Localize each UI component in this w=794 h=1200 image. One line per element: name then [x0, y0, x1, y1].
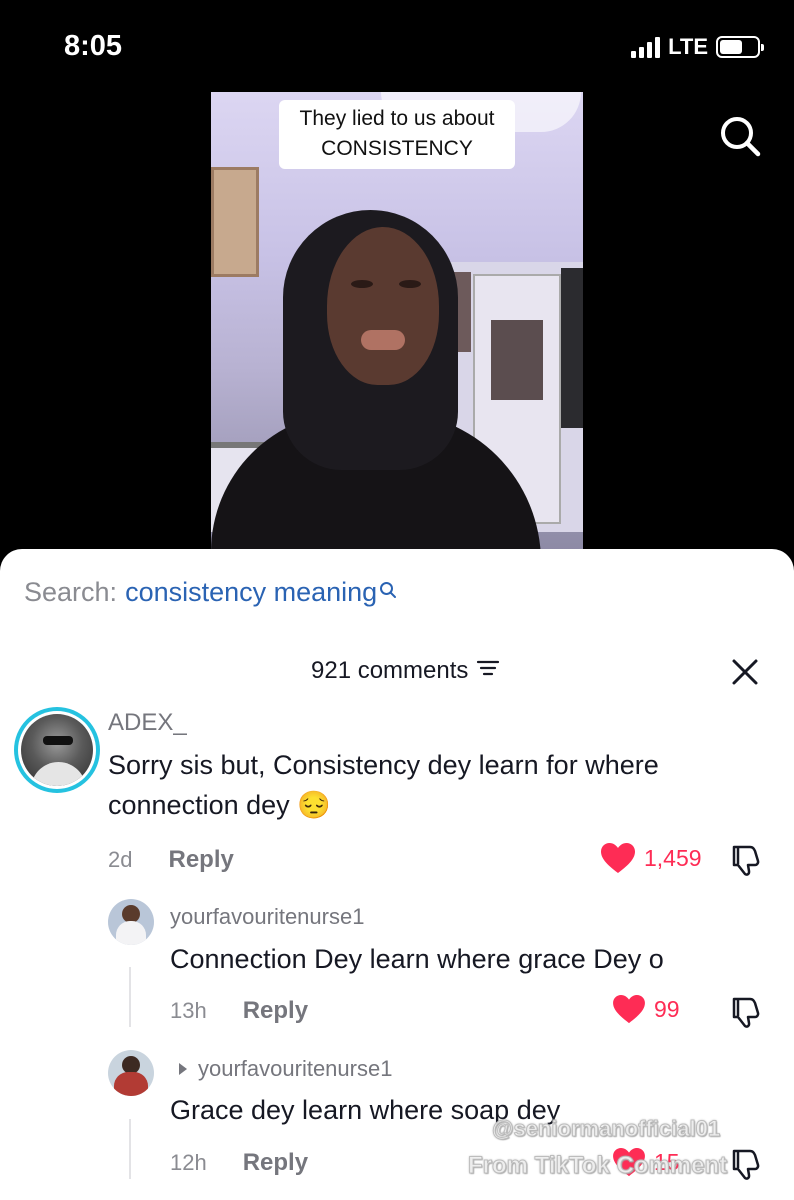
video-person-mouth [361, 330, 405, 350]
thread-line [129, 1119, 131, 1179]
video-caption: They lied to us about CONSISTENCY [279, 100, 515, 169]
comments-sheet: Search: consistency meaning 921 comments [0, 549, 794, 1200]
status-time: 8:05 [64, 30, 123, 62]
comment-username[interactable]: yourfavouritenurse1 [178, 1056, 392, 1082]
avatar[interactable] [14, 707, 100, 793]
signal-icon [631, 36, 661, 58]
comment-meta: 12h Reply [170, 1149, 308, 1177]
close-icon[interactable] [730, 657, 760, 687]
comment-text-line: Sorry sis but, Consistency dey learn for… [108, 750, 659, 780]
dislike-icon[interactable] [728, 995, 762, 1029]
avatar[interactable] [108, 1050, 154, 1096]
reply-button[interactable]: Reply [243, 997, 308, 1025]
like-button[interactable]: 99 [612, 994, 680, 1024]
search-suggestion[interactable]: Search: consistency meaning [24, 577, 397, 608]
video-person-eye [351, 280, 373, 288]
watermark-handle: @seniormanofficial01 [491, 1116, 721, 1142]
video-scene-window [211, 167, 259, 277]
caption-line-1: They lied to us about [299, 107, 495, 130]
comment-username[interactable]: ADEX_ [108, 709, 187, 737]
comment-text: Sorry sis but, Consistency dey learn for… [108, 745, 659, 825]
comment-time: 13h [170, 998, 207, 1023]
reply-to-username: yourfavouritenurse1 [198, 1056, 393, 1081]
heart-icon [613, 994, 645, 1024]
heart-icon [601, 843, 635, 873]
video-scene-poster [561, 268, 583, 428]
avatar[interactable] [108, 899, 154, 945]
video-scene-poster [491, 320, 543, 400]
status-bar: 8:05 LTE [0, 0, 794, 90]
comment-meta: 13h Reply [170, 997, 308, 1025]
reply-button[interactable]: Reply [243, 1149, 308, 1177]
thread-line [129, 967, 131, 1027]
search-prefix: Search: [24, 577, 118, 607]
comment-username[interactable]: yourfavouritenurse1 [170, 904, 364, 930]
comment-count: 921 comments [311, 657, 469, 684]
network-label: LTE [668, 34, 708, 59]
dislike-icon[interactable] [728, 1147, 762, 1181]
comment-meta: 2d Reply [108, 846, 234, 874]
battery-icon [716, 36, 764, 58]
comment-time: 12h [170, 1150, 207, 1175]
video-person-eye [399, 280, 421, 288]
video-person-face [327, 227, 439, 385]
video-player[interactable]: They lied to us about CONSISTENCY [211, 92, 583, 550]
like-button[interactable]: 1,459 [600, 842, 702, 874]
search-small-icon [379, 575, 397, 606]
sort-icon[interactable] [476, 657, 500, 685]
comment-count-wrap[interactable]: 921 comments [311, 657, 500, 685]
comment-text: Connection Dey learn where grace Dey o [170, 944, 664, 974]
like-count: 99 [654, 995, 680, 1022]
search-icon[interactable] [718, 114, 762, 158]
search-term-link[interactable]: consistency meaning [125, 577, 377, 608]
reply-button[interactable]: Reply [168, 846, 233, 874]
dislike-icon[interactable] [728, 843, 762, 877]
like-count: 1,459 [644, 844, 702, 871]
status-indicators: LTE [631, 34, 764, 60]
comment-time: 2d [108, 847, 133, 872]
comments-header: 921 comments [0, 653, 794, 689]
caption-line-2: CONSISTENCY [321, 137, 473, 161]
reply-arrow-icon [178, 1056, 188, 1082]
watermark-source: From TikTok Comment [467, 1152, 728, 1180]
comment-text-line: connection dey 😔 [108, 790, 331, 820]
